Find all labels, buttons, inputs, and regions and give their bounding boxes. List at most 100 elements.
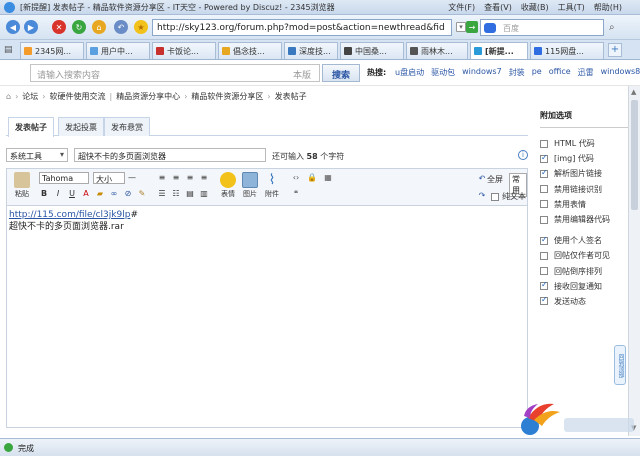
font-family-select[interactable]: Tahoma — [39, 172, 89, 184]
align-left-icon[interactable]: ≡ — [157, 173, 167, 183]
fullscreen-button[interactable]: 全屏 — [487, 174, 503, 185]
option-checkbox[interactable] — [540, 200, 548, 209]
breadcrumb-item[interactable]: 精品软件资源分享区 — [191, 91, 263, 102]
align-right-icon[interactable]: ≡ — [185, 173, 195, 183]
menu-help[interactable]: 帮助(H) — [594, 2, 622, 13]
web-search-input[interactable]: 百度 — [480, 19, 604, 36]
float-left-icon[interactable]: ▤ — [185, 189, 195, 199]
menu-file[interactable]: 文件(F) — [448, 2, 475, 13]
option-item[interactable]: [img] 代码 — [540, 151, 630, 166]
tab-user-center[interactable]: 用户中... — [86, 42, 150, 59]
breadcrumb-item[interactable]: 论坛 — [22, 91, 38, 102]
tab-list-icon[interactable]: ▤ — [4, 45, 16, 55]
undo-icon[interactable]: ↶ — [114, 20, 128, 34]
site-search-input[interactable]: 请输入搜索内容 本版 — [30, 64, 320, 82]
unlink-icon[interactable]: ⊘ — [123, 189, 133, 199]
scroll-up-icon[interactable]: ▲ — [631, 88, 636, 96]
redo-edit-icon[interactable]: ↷ — [477, 191, 487, 201]
home-icon[interactable]: ⌂ — [6, 92, 11, 101]
font-size-select[interactable]: 大小 — [93, 172, 125, 184]
plain-text-checkbox[interactable] — [491, 192, 499, 201]
tab-115[interactable]: 115网盘... — [530, 42, 604, 59]
site-search-button[interactable]: 搜索 — [322, 64, 360, 82]
ordered-list-icon[interactable]: ☰ — [157, 189, 167, 199]
highlight-icon[interactable]: ▰ — [95, 189, 105, 199]
info-icon[interactable]: i — [518, 150, 528, 160]
hot-link[interactable]: windows8 — [601, 67, 640, 78]
subject-input[interactable]: 超快不卡的多页面浏览器 — [74, 148, 266, 162]
menu-favorites[interactable]: 收藏(B) — [521, 2, 549, 13]
stop-icon[interactable]: ✕ — [52, 20, 66, 34]
option-checkbox[interactable] — [540, 295, 548, 306]
scrollbar-thumb[interactable] — [631, 100, 638, 210]
address-bar[interactable]: http://sky123.org/forum.php?mod=post&act… — [152, 19, 452, 36]
editor-link[interactable]: http://115.com/file/cl3jk9lp — [9, 210, 130, 220]
hot-link[interactable]: 驱动包 — [431, 67, 455, 78]
new-tab-icon[interactable]: + — [608, 43, 622, 57]
underline-button[interactable]: U — [67, 189, 77, 199]
hot-link[interactable]: windows7 — [462, 67, 502, 78]
option-item[interactable]: 使用个人签名 — [540, 233, 630, 248]
breadcrumb-item[interactable]: 精品资源分享中心 — [116, 91, 180, 102]
option-checkbox[interactable] — [540, 168, 548, 178]
align-center-icon[interactable]: ≡ — [171, 173, 181, 183]
tab-2345[interactable]: 2345网... — [20, 42, 84, 59]
vertical-scrollbar[interactable]: ▲ ▼ — [628, 86, 640, 436]
back-to-top-button[interactable]: 回到顶部 — [614, 345, 626, 385]
quote-icon[interactable]: ❝ — [291, 189, 301, 199]
undo-edit-icon[interactable]: ↶ — [477, 174, 487, 184]
plain-text-toggle[interactable]: 纯文本 — [491, 191, 526, 202]
option-item[interactable]: 回帖倒序排列 — [540, 264, 630, 279]
tab-new-reminder[interactable]: [新提... — [470, 42, 528, 59]
search-icon[interactable]: ⌕ — [609, 22, 615, 33]
attachment-button[interactable]: ⌇ 附件 — [263, 172, 281, 199]
dropdown-icon[interactable]: ▾ — [456, 22, 466, 32]
hot-link[interactable]: office — [549, 67, 571, 78]
format-brush-icon[interactable]: ✎ — [137, 189, 147, 199]
thread-type-select[interactable]: 系统工具 — [6, 148, 68, 162]
option-checkbox[interactable] — [540, 235, 548, 245]
option-checkbox[interactable] — [540, 185, 548, 194]
menu-tools[interactable]: 工具(T) — [558, 2, 585, 13]
tab-new-thread[interactable]: 发表帖子 — [8, 117, 54, 137]
align-justify-icon[interactable]: ≡ — [199, 173, 209, 183]
option-checkbox[interactable] — [540, 267, 548, 276]
option-item[interactable]: 回帖仅作者可见 — [540, 248, 630, 263]
table-icon[interactable]: ▦ — [323, 173, 333, 183]
tab-kafan[interactable]: 卡饭论... — [152, 42, 216, 59]
search-scope-select[interactable]: 本版 — [293, 68, 311, 81]
option-item[interactable]: 解析图片链接 — [540, 166, 630, 181]
option-item[interactable]: 发送动态 — [540, 294, 630, 309]
option-checkbox[interactable] — [540, 280, 548, 291]
hot-link[interactable]: 迅雷 — [578, 67, 594, 78]
go-icon[interactable]: → — [466, 21, 478, 33]
option-item[interactable]: 禁用编辑器代码 — [540, 212, 630, 227]
option-checkbox[interactable] — [540, 153, 548, 163]
tab-deepin[interactable]: 深度技... — [284, 42, 338, 59]
indent-icon[interactable]: — — [127, 173, 137, 183]
tab-china[interactable]: 中国桑... — [340, 42, 404, 59]
option-item[interactable]: HTML 代码 — [540, 136, 630, 151]
option-checkbox[interactable] — [540, 215, 548, 224]
favorite-star-icon[interactable]: ★ — [134, 20, 148, 34]
link-icon[interactable]: ∞ — [109, 189, 119, 199]
breadcrumb-item[interactable]: 软硬件使用交流 — [49, 91, 105, 102]
option-item[interactable]: 接收回复通知 — [540, 279, 630, 294]
option-checkbox[interactable] — [540, 251, 548, 260]
option-item[interactable]: 禁用表情 — [540, 197, 630, 212]
hot-link[interactable]: u盘启动 — [395, 67, 424, 78]
refresh-icon[interactable]: ↻ — [72, 20, 86, 34]
paste-button[interactable]: 粘贴 — [13, 172, 31, 199]
italic-button[interactable]: I — [53, 189, 63, 199]
image-button[interactable]: 图片 — [241, 172, 259, 199]
tab-new-poll[interactable]: 发起投票 — [58, 117, 104, 136]
editor-body[interactable]: http://115.com/file/cl3jk9lp# 超快不卡的多页面浏览… — [6, 206, 528, 428]
hot-link[interactable]: 封装 — [509, 67, 525, 78]
option-item[interactable]: 禁用链接识别 — [540, 182, 630, 197]
code-icon[interactable]: ‹› — [291, 173, 301, 183]
unordered-list-icon[interactable]: ☷ — [171, 189, 181, 199]
forward-icon[interactable]: ▶ — [24, 20, 38, 34]
bold-button[interactable]: B — [39, 189, 49, 199]
menu-view[interactable]: 查看(V) — [484, 2, 512, 13]
float-right-icon[interactable]: ▥ — [199, 189, 209, 199]
